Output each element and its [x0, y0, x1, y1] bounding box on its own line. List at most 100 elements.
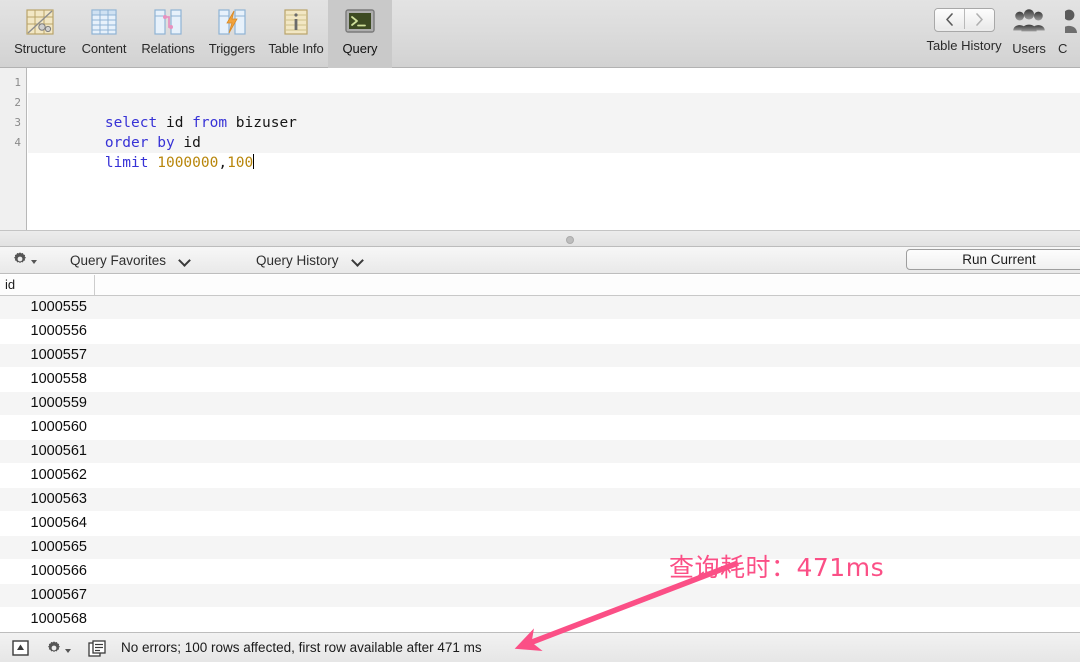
toolbar-tab-content[interactable]: Content	[72, 0, 136, 68]
sql-keyword: order	[105, 135, 149, 151]
annotation-label: 查询耗时：471ms	[669, 548, 884, 584]
sql-editor[interactable]: 1 2 3 4 select id from bizuser order by …	[0, 68, 1080, 230]
chevron-down-icon	[180, 255, 191, 266]
toolbar-tab-group: Structure Content	[8, 0, 392, 68]
info-icon	[279, 6, 313, 38]
table-history-label: Table History	[926, 38, 1001, 53]
cell-id[interactable]: 1000558	[0, 368, 89, 391]
table-row[interactable]: 1000567	[0, 584, 1080, 608]
sql-text: id	[157, 115, 192, 131]
table-row[interactable]: 1000564	[0, 512, 1080, 536]
run-current-button[interactable]: Run Current	[906, 249, 1080, 270]
cell-id[interactable]: 1000564	[0, 512, 89, 535]
cell-id[interactable]: 1000561	[0, 440, 89, 463]
table-history-group: Table History	[928, 0, 1000, 68]
status-settings-button[interactable]	[46, 640, 71, 661]
sql-text	[149, 135, 158, 151]
query-history-popup[interactable]: Query History	[256, 250, 364, 270]
table-row[interactable]: 1000561	[0, 440, 1080, 464]
main-toolbar: Structure Content	[0, 0, 1080, 68]
gear-icon	[12, 251, 28, 272]
table-row[interactable]: 1000565	[0, 536, 1080, 560]
users-icon	[1012, 6, 1046, 38]
sql-keyword: limit	[105, 155, 149, 171]
line-number: 3	[0, 113, 26, 133]
collapse-panel-icon[interactable]	[12, 640, 29, 656]
cell-id[interactable]: 1000567	[0, 584, 89, 607]
toolbar-users-button[interactable]: Users	[1000, 0, 1058, 68]
cell-id[interactable]: 1000568	[0, 608, 89, 631]
cell-id[interactable]: 1000562	[0, 464, 89, 487]
cell-id[interactable]: 1000566	[0, 560, 89, 583]
toolbar-tab-table-info-label: Table Info	[268, 41, 323, 56]
clipped-icon	[1058, 6, 1080, 38]
table-row[interactable]: 1000558	[0, 368, 1080, 392]
column-header-id[interactable]: id	[0, 275, 95, 295]
line-number: 1	[0, 73, 26, 93]
toolbar-tab-content-label: Content	[82, 41, 127, 56]
cell-id[interactable]: 1000565	[0, 536, 89, 559]
chevron-down-icon	[31, 260, 37, 264]
toolbar-clipped-label: C	[1058, 41, 1067, 56]
table-view-icon[interactable]	[88, 640, 106, 657]
sql-keyword: select	[105, 115, 157, 131]
sql-keyword: by	[157, 135, 174, 151]
cell-id[interactable]: 1000560	[0, 416, 89, 439]
app-window: Structure Content	[0, 0, 1080, 662]
sql-keyword: from	[192, 115, 227, 131]
toolbar-tab-structure-label: Structure	[14, 41, 66, 56]
table-row[interactable]: 1000562	[0, 464, 1080, 488]
pane-splitter[interactable]	[0, 230, 1080, 247]
table-row[interactable]: 1000563	[0, 488, 1080, 512]
table-row[interactable]: 1000555	[0, 296, 1080, 320]
table-row[interactable]: 1000568	[0, 608, 1080, 632]
table-row[interactable]: 1000557	[0, 344, 1080, 368]
code-line-2: select id from bizuser	[28, 93, 1080, 113]
chevron-right-icon[interactable]	[964, 9, 994, 29]
toolbar-tab-query-label: Query	[343, 41, 378, 56]
relations-icon	[151, 6, 185, 38]
table-row[interactable]: 1000566	[0, 560, 1080, 584]
column-header-spacer	[95, 275, 1080, 295]
toolbar-users-label: Users	[1012, 41, 1045, 56]
cell-id[interactable]: 1000559	[0, 392, 89, 415]
result-table-header: id	[0, 275, 1080, 296]
query-favorites-popup[interactable]: Query Favorites	[70, 250, 191, 270]
chevron-left-icon[interactable]	[935, 9, 964, 29]
chevron-down-icon	[353, 255, 364, 266]
history-nav-segmented[interactable]	[934, 8, 995, 32]
sql-text: ,	[218, 155, 227, 171]
toolbar-right-group: Table History	[928, 0, 1080, 68]
table-grid-icon	[87, 6, 121, 38]
status-bar: No errors; 100 rows affected, first row …	[0, 632, 1080, 662]
triggers-icon	[215, 6, 249, 38]
cell-id[interactable]: 1000563	[0, 488, 89, 511]
toolbar-tab-query[interactable]: Query	[328, 0, 392, 68]
table-row[interactable]: 1000559	[0, 392, 1080, 416]
result-table-body[interactable]: 1000555100055610005571000558100055910005…	[0, 296, 1080, 632]
cell-id[interactable]: 1000555	[0, 296, 89, 319]
sql-text: bizuser	[227, 115, 297, 131]
line-number: 4	[0, 133, 26, 153]
table-row[interactable]: 1000556	[0, 320, 1080, 344]
sql-number: 1000000	[157, 155, 218, 171]
editor-code-area[interactable]: select id from bizuser order by id limit…	[28, 68, 1080, 230]
cell-id[interactable]: 1000556	[0, 320, 89, 343]
sql-number: 100	[227, 155, 253, 171]
chevron-down-icon	[65, 649, 71, 653]
editor-gutter: 1 2 3 4	[0, 68, 27, 230]
code-line-1	[28, 73, 1080, 93]
query-history-label: Query History	[256, 253, 339, 268]
query-settings-button[interactable]	[12, 251, 37, 272]
toolbar-tab-structure[interactable]: Structure	[8, 0, 72, 68]
toolbar-tab-relations[interactable]: Relations	[136, 0, 200, 68]
cell-id[interactable]: 1000557	[0, 344, 89, 367]
toolbar-tab-triggers[interactable]: Triggers	[200, 0, 264, 68]
toolbar-tab-table-info[interactable]: Table Info	[264, 0, 328, 68]
toolbar-tab-triggers-label: Triggers	[209, 41, 255, 56]
gear-icon	[46, 640, 62, 661]
splitter-grip-handle[interactable]	[566, 236, 574, 244]
table-row[interactable]: 1000560	[0, 416, 1080, 440]
sql-text	[149, 155, 158, 171]
toolbar-clipped-item[interactable]: C	[1058, 0, 1080, 68]
